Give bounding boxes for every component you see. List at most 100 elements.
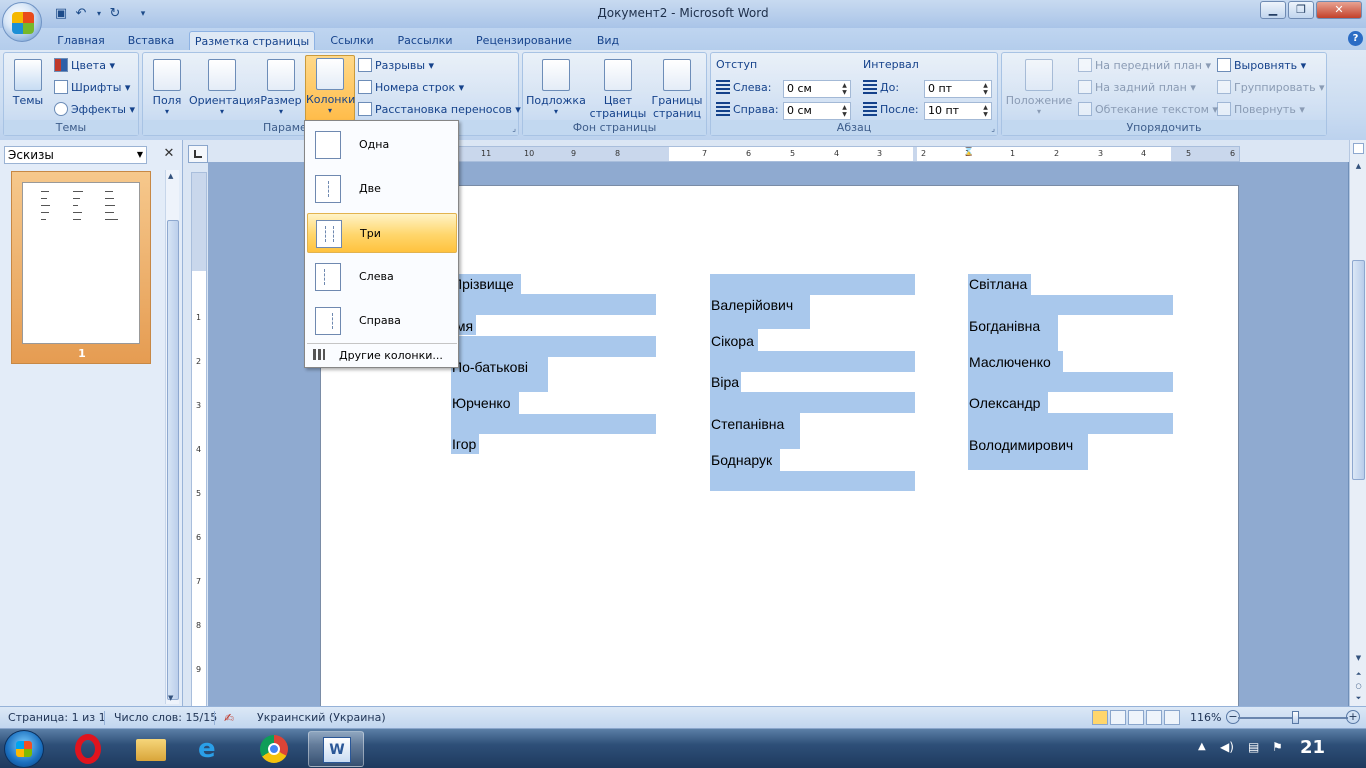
page-color-button[interactable]: Цветстраницы ▾ bbox=[587, 57, 649, 133]
doc-line[interactable]: Світлана bbox=[969, 274, 1027, 294]
full-screen-view-icon[interactable] bbox=[1110, 710, 1126, 725]
spin-arrows-icon[interactable]: ▲ ▼ bbox=[981, 82, 990, 96]
page-thumbnail[interactable]: 1 bbox=[11, 171, 151, 364]
zoom-level[interactable]: 116% bbox=[1190, 711, 1221, 725]
document-scroll-thumb[interactable] bbox=[1352, 260, 1365, 480]
columns-option-right[interactable]: Справа bbox=[307, 301, 457, 341]
spin-arrows-icon[interactable]: ▲ ▼ bbox=[840, 82, 849, 96]
tab-review[interactable]: Рецензирование bbox=[468, 31, 580, 50]
position-button[interactable]: Положение ▾ bbox=[1005, 57, 1073, 121]
start-button[interactable] bbox=[4, 730, 44, 768]
effects-button[interactable]: Эффекты ▾ bbox=[54, 100, 135, 120]
paragraph-launcher-icon[interactable]: ⌟ bbox=[991, 124, 995, 133]
document-scrollbar[interactable]: ▲ ▼ ⏶ ○ ⏷ bbox=[1349, 140, 1366, 706]
doc-line[interactable]: Сікора bbox=[711, 331, 754, 351]
page-count-status[interactable]: Страница: 1 из 1 bbox=[8, 711, 106, 725]
doc-line[interactable]: Боднарук bbox=[711, 450, 772, 470]
breaks-button[interactable]: Разрывы ▾ bbox=[358, 56, 434, 76]
columns-option-three[interactable]: Три bbox=[307, 213, 457, 253]
doc-line[interactable]: Богданівна bbox=[969, 316, 1040, 336]
rotate-button[interactable]: Повернуть ▾ bbox=[1217, 100, 1305, 120]
hyphenation-button[interactable]: Расстановка переносов ▾ bbox=[358, 100, 521, 120]
taskbar-explorer[interactable] bbox=[122, 731, 178, 767]
indent-left-input[interactable]: 0 см ▲ ▼ bbox=[783, 80, 851, 98]
clock[interactable]: 21 bbox=[1300, 737, 1325, 758]
themes-button[interactable]: Темы bbox=[7, 57, 49, 121]
line-numbers-button[interactable]: Номера строк ▾ bbox=[358, 78, 464, 98]
colors-button[interactable]: Цвета ▾ bbox=[54, 56, 115, 76]
tray-expand-icon[interactable]: ▲ bbox=[1198, 741, 1206, 752]
pane-close-icon[interactable]: ✕ bbox=[162, 146, 176, 162]
help-icon[interactable]: ? bbox=[1348, 31, 1363, 46]
vertical-ruler[interactable]: 1 2 3 4 5 6 7 8 9 bbox=[191, 172, 207, 707]
columns-option-left[interactable]: Слева bbox=[307, 257, 457, 297]
columns-option-two[interactable]: Две bbox=[307, 169, 457, 209]
tab-references[interactable]: Ссылки bbox=[322, 31, 382, 50]
doc-line[interactable]: Маслюченко bbox=[969, 352, 1051, 372]
draft-view-icon[interactable] bbox=[1164, 710, 1180, 725]
size-button[interactable]: Размер ▾ bbox=[259, 57, 303, 121]
save-icon[interactable]: ▣ bbox=[52, 5, 70, 23]
word-count-status[interactable]: Число слов: 15/15 bbox=[114, 711, 217, 725]
restore-button[interactable]: ❐ bbox=[1288, 1, 1314, 19]
tab-home[interactable]: Главная bbox=[50, 31, 112, 50]
doc-line[interactable]: Ігор bbox=[452, 434, 476, 454]
spacing-before-input[interactable]: 0 пт ▲ ▼ bbox=[924, 80, 992, 98]
doc-line[interactable]: По-батькові bbox=[452, 357, 528, 377]
page-borders-button[interactable]: Границы страниц bbox=[649, 57, 705, 121]
watermark-button[interactable]: Подложка ▾ bbox=[525, 57, 587, 121]
page-setup-launcher-icon[interactable]: ⌟ bbox=[512, 124, 516, 133]
network-icon[interactable]: ▤ bbox=[1248, 740, 1259, 754]
scroll-down-icon[interactable]: ▼ bbox=[1352, 652, 1365, 665]
taskbar-chrome[interactable] bbox=[246, 731, 302, 767]
ruler-toggle-icon[interactable] bbox=[1353, 143, 1364, 154]
zoom-in-icon[interactable]: + bbox=[1346, 710, 1360, 724]
scroll-up-icon[interactable]: ▲ bbox=[168, 172, 173, 180]
tab-view[interactable]: Вид bbox=[588, 31, 628, 50]
zoom-slider-thumb[interactable] bbox=[1292, 711, 1299, 724]
undo-icon[interactable]: ↶ bbox=[72, 5, 90, 23]
thumbnails-scrollbar[interactable]: ▲ ▼ bbox=[165, 170, 179, 704]
pane-selector[interactable]: Эскизы ▼ bbox=[4, 146, 147, 164]
doc-line[interactable]: Степанівна bbox=[711, 414, 784, 434]
language-status[interactable]: Украинский (Украина) bbox=[257, 711, 386, 725]
doc-line[interactable]: Володимирович bbox=[969, 435, 1073, 455]
doc-line[interactable]: Віра bbox=[711, 372, 739, 392]
taskbar-opera[interactable] bbox=[60, 731, 116, 767]
minimize-button[interactable]: ▁ bbox=[1260, 1, 1286, 19]
tab-selector[interactable] bbox=[188, 145, 208, 163]
spin-arrows-icon[interactable]: ▲ ▼ bbox=[840, 104, 849, 118]
redo-icon[interactable]: ↻ bbox=[106, 5, 124, 23]
web-layout-view-icon[interactable] bbox=[1128, 710, 1144, 725]
margins-button[interactable]: Поля ▾ bbox=[148, 57, 186, 121]
align-button[interactable]: Выровнять ▾ bbox=[1217, 56, 1306, 76]
fonts-button[interactable]: Шрифты ▾ bbox=[54, 78, 130, 98]
send-back-button[interactable]: На задний план ▾ bbox=[1078, 78, 1196, 98]
group-button[interactable]: Группировать ▾ bbox=[1217, 78, 1325, 98]
doc-line[interactable]: Прізвище bbox=[452, 274, 514, 294]
columns-option-one[interactable]: Одна bbox=[307, 125, 457, 165]
indent-right-input[interactable]: 0 см ▲ ▼ bbox=[783, 102, 851, 120]
text-wrap-button[interactable]: Обтекание текстом ▾ bbox=[1078, 100, 1218, 120]
doc-line[interactable]: Юрченко bbox=[452, 393, 511, 413]
outline-view-icon[interactable] bbox=[1146, 710, 1162, 725]
indent-marker-icon[interactable]: ⌛ bbox=[963, 147, 974, 157]
tab-mailings[interactable]: Рассылки bbox=[390, 31, 460, 50]
thumbnails-scroll-thumb[interactable] bbox=[167, 220, 179, 700]
orientation-button[interactable]: Ориентация ▾ bbox=[189, 57, 260, 121]
tab-page-layout[interactable]: Разметка страницы bbox=[189, 31, 315, 50]
doc-line[interactable]: Олександр bbox=[969, 393, 1040, 413]
close-button[interactable]: ✕ bbox=[1316, 1, 1362, 19]
taskbar-word[interactable]: W bbox=[308, 731, 364, 767]
qat-customize-icon[interactable]: ▾ bbox=[134, 5, 152, 23]
taskbar-ie[interactable]: e bbox=[184, 731, 240, 767]
doc-line[interactable]: Валерійович bbox=[711, 295, 793, 315]
more-columns-option[interactable]: Другие колонки... bbox=[307, 346, 457, 366]
scroll-up-icon[interactable]: ▲ bbox=[1352, 160, 1365, 173]
spin-arrows-icon[interactable]: ▲ ▼ bbox=[981, 104, 990, 118]
tab-insert[interactable]: Вставка bbox=[118, 31, 184, 50]
proofing-icon[interactable]: ✍ bbox=[224, 711, 234, 725]
office-button[interactable] bbox=[2, 2, 42, 42]
volume-icon[interactable]: ◀) bbox=[1220, 740, 1234, 754]
action-center-icon[interactable]: ⚑ bbox=[1272, 740, 1283, 754]
